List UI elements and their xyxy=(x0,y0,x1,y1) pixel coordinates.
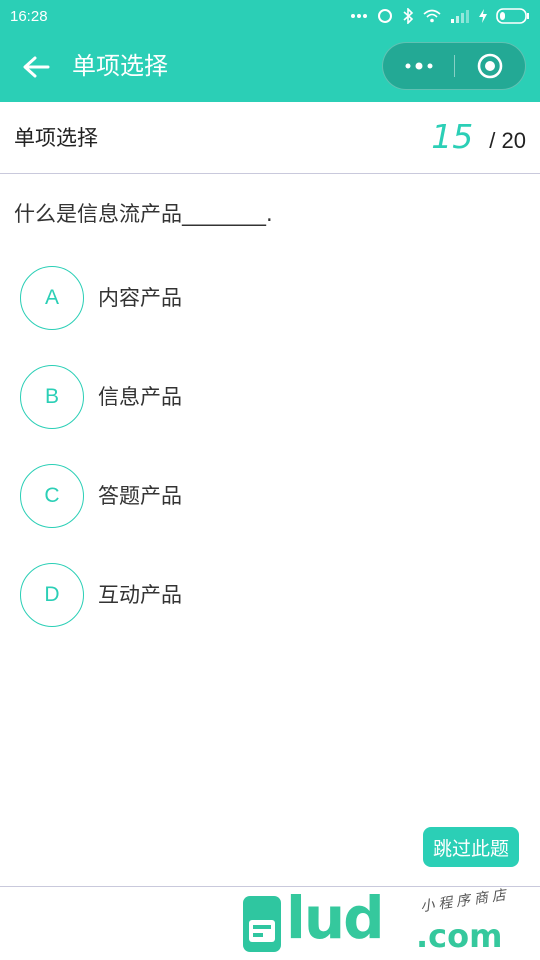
target-circle-icon xyxy=(477,53,503,79)
watermark-logo: lud .com 小程序商店 xyxy=(240,884,540,960)
total-questions: / 20 xyxy=(489,128,526,153)
watermark-main-text: lud xyxy=(286,884,385,952)
option-b[interactable]: B 信息产品 xyxy=(20,365,500,429)
more-button[interactable] xyxy=(383,43,454,89)
option-c[interactable]: C 答题产品 xyxy=(20,464,500,528)
option-a[interactable]: A 内容产品 xyxy=(20,266,500,330)
option-letter: C xyxy=(20,464,84,528)
option-text: 信息产品 xyxy=(98,385,182,409)
more-dots-icon xyxy=(351,14,367,18)
nav-title: 单项选择 xyxy=(72,52,168,80)
arrow-left-icon xyxy=(23,56,50,78)
option-letter: D xyxy=(20,563,84,627)
question-progress: 15 / 20 xyxy=(431,116,526,158)
sync-icon xyxy=(378,9,392,23)
current-question-number: 15 xyxy=(431,117,474,156)
signal-icon xyxy=(451,10,469,23)
charging-icon xyxy=(479,9,487,23)
wifi-icon xyxy=(423,9,441,23)
option-text: 互动产品 xyxy=(98,583,182,607)
nav-bar: 单项选择 xyxy=(0,32,540,102)
watermark-box-icon xyxy=(243,896,281,952)
battery-icon xyxy=(496,8,529,24)
option-text: 答题产品 xyxy=(98,484,182,508)
more-dots-icon xyxy=(405,62,432,70)
quiz-screen: 16:28 单项选择 单项选择 15 / 20 什么是信息流产品________… xyxy=(0,0,540,960)
option-text: 内容产品 xyxy=(98,286,182,310)
skip-question-button[interactable]: 跳过此题 xyxy=(423,827,519,867)
status-icons xyxy=(350,8,530,24)
option-letter: A xyxy=(20,266,84,330)
watermark-subtitle: 小程序商店 xyxy=(419,886,511,916)
watermark-suffix: .com xyxy=(416,917,503,955)
back-button[interactable] xyxy=(18,50,54,84)
option-d[interactable]: D 互动产品 xyxy=(20,563,500,627)
option-letter: B xyxy=(20,365,84,429)
question-text: 什么是信息流产品________. xyxy=(14,202,273,226)
close-button[interactable] xyxy=(455,43,525,89)
bluetooth-icon xyxy=(403,8,414,24)
question-type-label: 单项选择 xyxy=(14,126,98,150)
status-time: 16:28 xyxy=(10,7,48,25)
status-bar: 16:28 xyxy=(0,0,540,32)
question-header: 单项选择 15 / 20 xyxy=(0,102,540,174)
mini-program-capsule xyxy=(382,42,526,90)
bottom-divider xyxy=(0,886,540,887)
